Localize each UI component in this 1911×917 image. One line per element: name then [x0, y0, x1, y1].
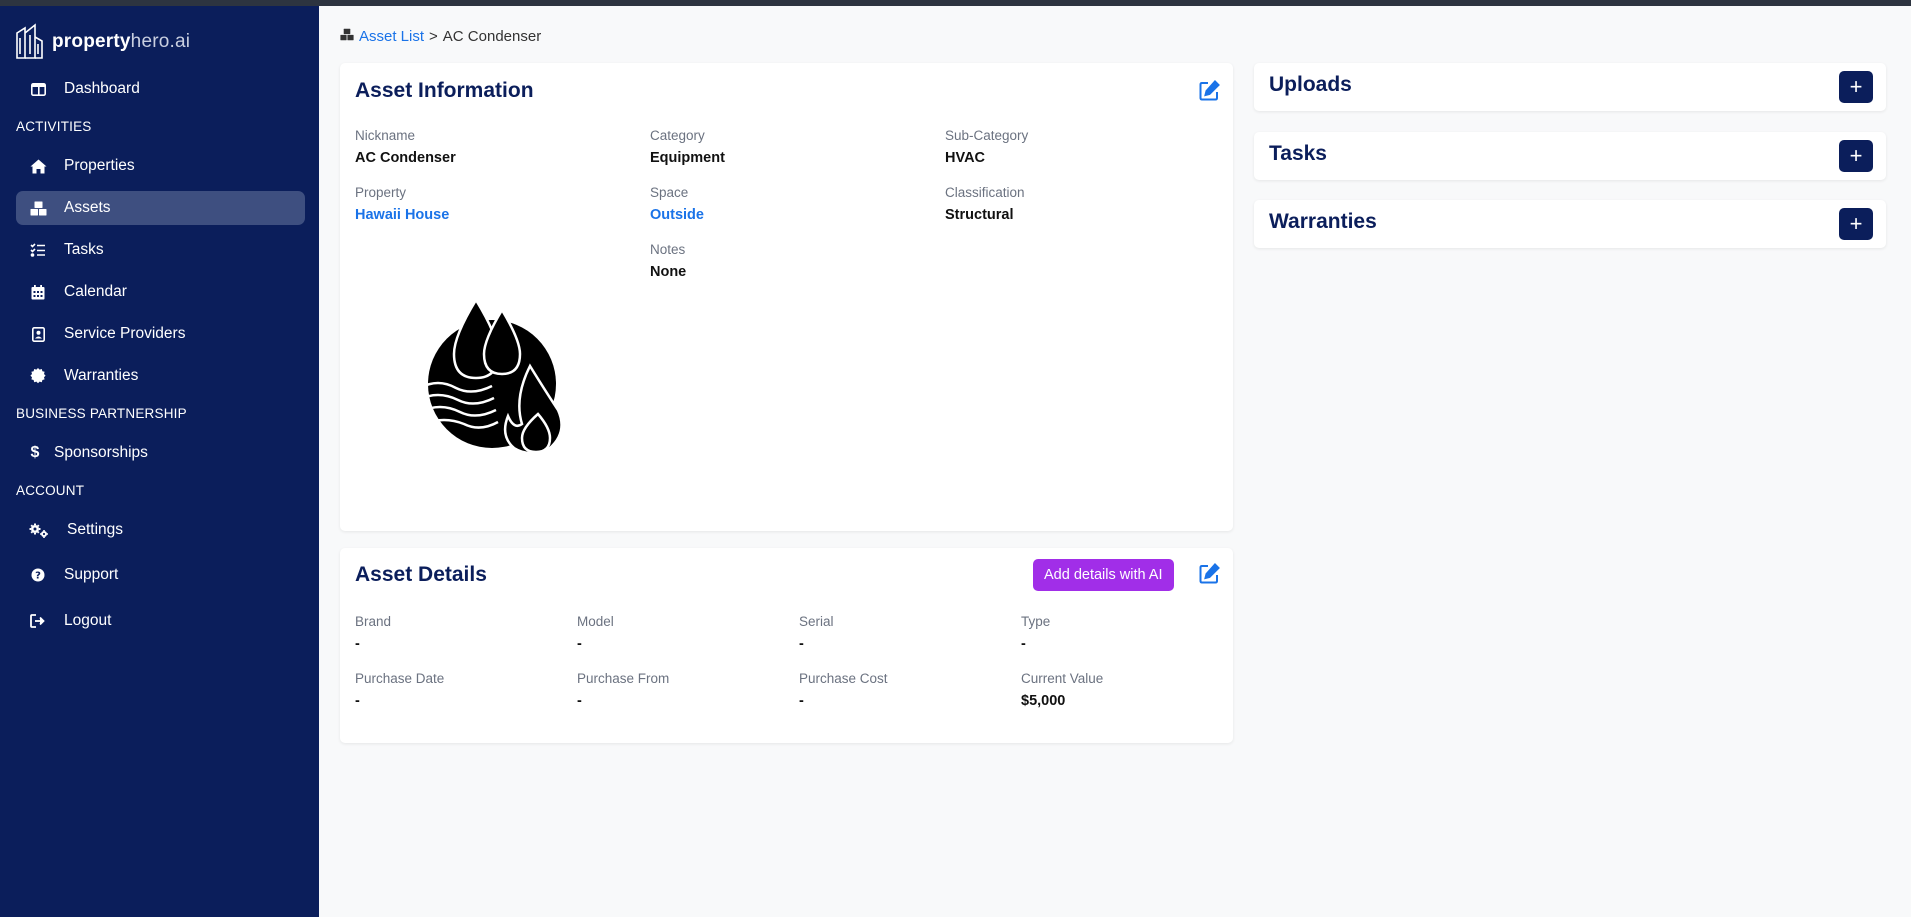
hvac-icon: [418, 298, 563, 455]
edit-icon: [1199, 79, 1220, 100]
asset-details-title: Asset Details: [355, 563, 487, 586]
field-property: Property Hawaii House: [355, 185, 450, 223]
field-brand: Brand -: [355, 614, 392, 652]
field-purchase-date: Purchase Date -: [355, 671, 445, 709]
uploads-panel: Uploads +: [1254, 63, 1886, 111]
asset-information-card: Asset Information Nickname AC Condenser …: [340, 63, 1233, 531]
sidebar-item-support[interactable]: ? Support: [16, 558, 305, 592]
field-model: Model -: [577, 614, 614, 652]
asset-details-card: Asset Details Add details with AI Brand …: [340, 548, 1233, 743]
dashboard-icon: [29, 80, 47, 98]
asset-information-title: Asset Information: [355, 79, 534, 102]
sidebar-item-label: Service Providers: [64, 325, 186, 342]
badge-icon: [29, 367, 47, 385]
boxes-icon: [340, 28, 354, 45]
field-serial: Serial -: [799, 614, 834, 652]
edit-icon: [1199, 562, 1220, 583]
app-logo[interactable]: propertyhero.ai: [15, 22, 190, 62]
field-type: Type -: [1021, 614, 1051, 652]
section-account: ACCOUNT: [16, 483, 85, 498]
field-notes: Notes None: [650, 242, 687, 280]
sidebar-item-properties[interactable]: Properties: [16, 149, 305, 183]
field-sub-category: Sub-Category HVAC: [945, 128, 1029, 166]
breadcrumb-current: AC Condenser: [442, 28, 542, 45]
buildings-logo-icon: [16, 23, 43, 59]
sidebar-item-sponsorships[interactable]: $ Sponsorships: [16, 436, 305, 470]
tasks-panel: Tasks +: [1254, 132, 1886, 180]
logo-text: propertyhero.ai: [52, 31, 191, 52]
sidebar: propertyhero.ai Dashboard ACTIVITIES Pro…: [0, 6, 319, 917]
sidebar-item-label: Logout: [64, 612, 112, 629]
contact-card-icon: [29, 325, 47, 343]
question-icon: ?: [29, 566, 47, 584]
gears-icon: [29, 521, 49, 539]
field-purchase-from: Purchase From -: [577, 671, 670, 709]
plus-icon: +: [1849, 211, 1863, 236]
plus-icon: +: [1849, 74, 1863, 99]
svg-text:?: ?: [35, 571, 41, 582]
add-details-with-ai-button[interactable]: Add details with AI: [1033, 559, 1174, 591]
sidebar-item-assets[interactable]: Assets: [16, 191, 305, 225]
dollar-icon: $: [30, 444, 40, 461]
sidebar-item-label: Warranties: [64, 367, 139, 384]
field-nickname: Nickname AC Condenser: [355, 128, 456, 166]
logout-icon: [29, 612, 47, 630]
space-link[interactable]: Outside: [650, 207, 704, 223]
sidebar-item-label: Tasks: [64, 241, 104, 258]
uploads-title: Uploads: [1269, 73, 1352, 96]
sidebar-item-label: Support: [64, 566, 119, 583]
field-current-value: Current Value $5,000: [1021, 671, 1104, 709]
sidebar-item-logout[interactable]: Logout: [16, 604, 305, 638]
breadcrumb-asset-list-link[interactable]: Asset List: [359, 28, 424, 45]
sidebar-item-calendar[interactable]: Calendar: [16, 275, 305, 309]
home-icon: [29, 157, 47, 175]
sidebar-item-label: Assets: [64, 199, 111, 216]
section-activities: ACTIVITIES: [16, 119, 92, 134]
edit-asset-details-button[interactable]: [1197, 561, 1221, 585]
add-warranty-button[interactable]: +: [1839, 208, 1873, 240]
sidebar-item-settings[interactable]: Settings: [16, 513, 305, 547]
sidebar-item-dashboard[interactable]: Dashboard: [16, 72, 305, 106]
boxes-icon: [29, 199, 47, 217]
sidebar-item-warranties[interactable]: Warranties: [16, 359, 305, 393]
warranties-title: Warranties: [1269, 210, 1377, 233]
sidebar-item-label: Dashboard: [64, 80, 140, 97]
plus-icon: +: [1849, 143, 1863, 168]
edit-asset-information-button[interactable]: [1197, 78, 1221, 102]
sidebar-item-label: Calendar: [64, 283, 127, 300]
field-space: Space Outside: [650, 185, 704, 223]
list-check-icon: [29, 241, 47, 259]
sidebar-item-label: Settings: [67, 521, 124, 538]
add-upload-button[interactable]: +: [1839, 71, 1873, 103]
breadcrumb: Asset List > AC Condenser: [340, 28, 541, 45]
field-category: Category Equipment: [650, 128, 725, 166]
sidebar-item-label: Sponsorships: [54, 444, 148, 461]
calendar-icon: [29, 283, 47, 301]
add-task-button[interactable]: +: [1839, 140, 1873, 172]
property-link[interactable]: Hawaii House: [355, 207, 449, 223]
warranties-panel: Warranties +: [1254, 200, 1886, 248]
field-classification: Classification Structural: [945, 185, 1025, 223]
sidebar-item-service-providers[interactable]: Service Providers: [16, 317, 305, 351]
sidebar-item-label: Properties: [64, 157, 135, 174]
main-content: Asset List > AC Condenser Asset Informat…: [319, 6, 1911, 917]
tasks-title: Tasks: [1269, 142, 1327, 165]
breadcrumb-separator: >: [429, 28, 438, 45]
field-purchase-cost: Purchase Cost -: [799, 671, 888, 709]
sidebar-item-tasks[interactable]: Tasks: [16, 233, 305, 267]
section-business-partnership: BUSINESS PARTNERSHIP: [16, 406, 187, 421]
